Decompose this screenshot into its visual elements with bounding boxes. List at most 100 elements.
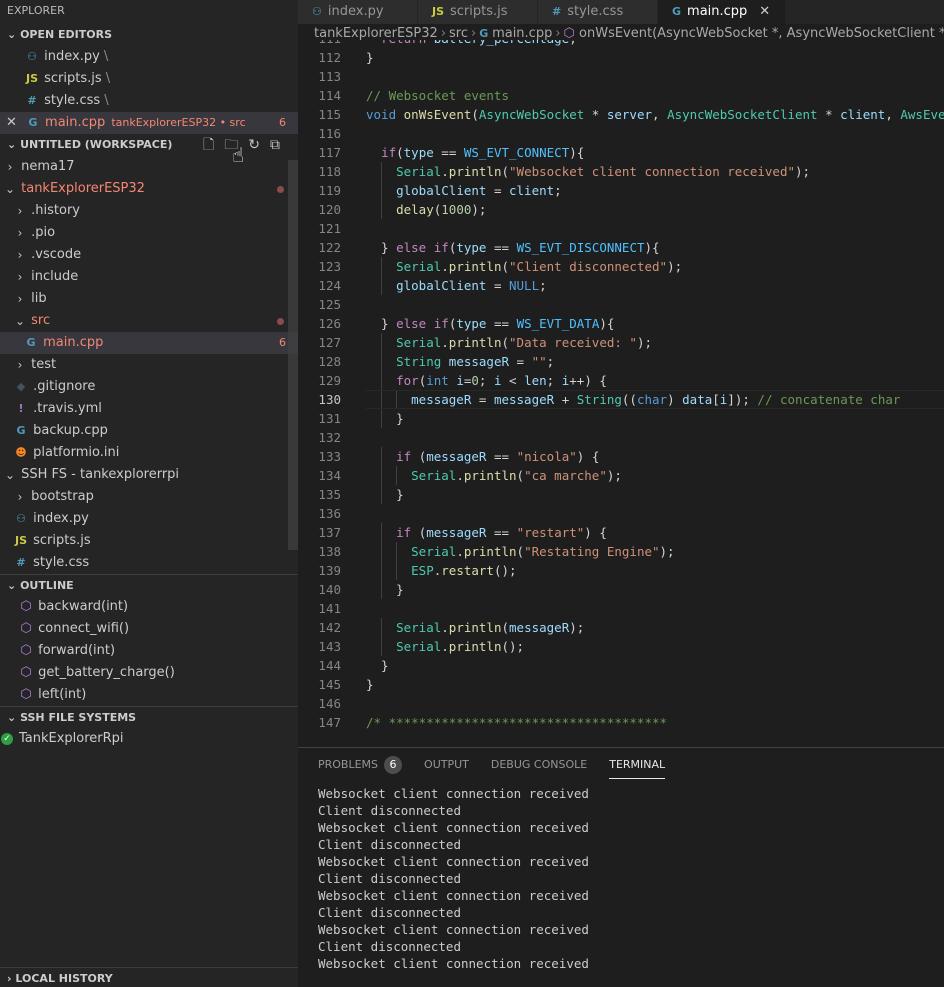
code-line[interactable]: 145}: [298, 675, 944, 694]
terminal-output[interactable]: Websocket client connection received Clie…: [298, 782, 944, 972]
line-number: 138: [318, 544, 341, 559]
panel-tab-output[interactable]: OUTPUT: [424, 748, 469, 782]
tree-item[interactable]: ◆ .gitignore: [0, 376, 298, 398]
code-line[interactable]: 124 globalClient = NULL;: [298, 276, 944, 295]
code-line[interactable]: 143 Serial.println();: [298, 637, 944, 656]
code-line[interactable]: 147 /* **********************************…: [298, 713, 944, 732]
outline-item[interactable]: ⬡ left(int): [0, 684, 298, 706]
tree-item-label: index.py: [29, 511, 89, 526]
breadcrumb-item[interactable]: main.cpp: [492, 26, 552, 41]
tree-item[interactable]: › test: [0, 354, 298, 376]
code-line[interactable]: 137 if (messageR == "restart") {: [298, 523, 944, 542]
code-line[interactable]: 111 return battery_percentage;: [298, 40, 944, 48]
code-line[interactable]: 144 }: [298, 656, 944, 675]
code-line[interactable]: 125: [298, 295, 944, 314]
outline-item[interactable]: ⬡ backward(int): [0, 596, 298, 618]
tree-item[interactable]: ⌄ src: [0, 310, 298, 332]
line-number: 139: [318, 563, 341, 578]
local-history-header[interactable]: › LOCAL HISTORY: [0, 967, 298, 987]
code-line[interactable]: 136: [298, 504, 944, 523]
code-text: }: [366, 411, 404, 426]
code-line[interactable]: 133 if (messageR == "nicola") {: [298, 447, 944, 466]
code-line[interactable]: 120 delay(1000);: [298, 200, 944, 219]
code-line[interactable]: 115 void onWsEvent(AsyncWebSocket * serve…: [298, 105, 944, 124]
tree-item[interactable]: › include: [0, 266, 298, 288]
collapse-all-icon[interactable]: ⧉: [270, 137, 290, 153]
outline-item[interactable]: ⬡ forward(int): [0, 640, 298, 662]
breadcrumb-item[interactable]: src: [449, 26, 468, 41]
tab-index-py[interactable]: ⚇ index.py: [298, 0, 418, 24]
code-line[interactable]: 131 }: [298, 409, 944, 428]
outline-header[interactable]: ⌄ OUTLINE: [0, 574, 298, 596]
code-line[interactable]: 140 }: [298, 580, 944, 599]
code-line[interactable]: 121: [298, 219, 944, 238]
tree-item[interactable]: ⌄ tankExplorerESP32: [0, 178, 298, 200]
close-icon[interactable]: ✕: [759, 4, 770, 19]
tree-item[interactable]: ☻ platformio.ini: [0, 442, 298, 464]
open-editor-item[interactable]: # style.css \: [0, 90, 298, 112]
code-line[interactable]: 129 for(int i=0; i < len; i++) {: [298, 371, 944, 390]
code-line[interactable]: 141: [298, 599, 944, 618]
tab-main-cpp[interactable]: Gmain.cpp ✕: [658, 0, 786, 24]
tree-item[interactable]: ⚇ index.py: [0, 508, 298, 530]
code-line[interactable]: 146: [298, 694, 944, 713]
breadcrumb-item[interactable]: tankExplorerESP32: [314, 26, 438, 41]
panel-tab-problems[interactable]: PROBLEMS 6: [318, 748, 403, 782]
code-line[interactable]: 112}: [298, 48, 944, 67]
panel-tab-terminal[interactable]: TERMINAL: [609, 748, 665, 782]
code-line[interactable]: 118 Serial.println("Websocket client con…: [298, 162, 944, 181]
tree-item[interactable]: G main.cpp 6: [0, 332, 298, 354]
tree-item[interactable]: › nema17: [0, 156, 298, 178]
code-line[interactable]: 135 }: [298, 485, 944, 504]
code-line[interactable]: 128 String messageR = "";: [298, 352, 944, 371]
ssh-header[interactable]: ⌄ SSH FILE SYSTEMS: [0, 706, 298, 728]
tree-item[interactable]: › .pio: [0, 222, 298, 244]
tree-item[interactable]: G backup.cpp: [0, 420, 298, 442]
outline-item[interactable]: ⬡ get_battery_charge(): [0, 662, 298, 684]
new-file-icon[interactable]: 🗋: [203, 137, 224, 153]
code-line[interactable]: 138 Serial.println("Restating Engine");: [298, 542, 944, 561]
open-editors-header[interactable]: ⌄ OPEN EDITORS: [0, 24, 298, 46]
open-editor-item[interactable]: ✕ G main.cpp tankExplorerESP32 • src 6: [0, 112, 298, 134]
outline-item[interactable]: ⬡ connect_wifi(): [0, 618, 298, 640]
code-line[interactable]: 142 Serial.println(messageR);: [298, 618, 944, 637]
code-line[interactable]: 116: [298, 124, 944, 143]
code-line[interactable]: 139 ESP.restart();: [298, 561, 944, 580]
code-line[interactable]: 126 } else if(type == WS_EVT_DATA){: [298, 314, 944, 333]
tree-item[interactable]: ⌄ SSH FS - tankexplorerrpi: [0, 464, 298, 486]
code-line[interactable]: 132: [298, 428, 944, 447]
sidebar-scrollbar[interactable]: [288, 160, 298, 550]
css-icon: #: [27, 94, 37, 107]
tree-item[interactable]: # style.css: [0, 552, 298, 574]
ssh-item[interactable]: ✓ TankExplorerRpi: [0, 728, 298, 750]
tree-item[interactable]: ! .travis.yml: [0, 398, 298, 420]
refresh-icon[interactable]: ↻: [248, 137, 270, 153]
code-line[interactable]: 123 Serial.println("Client disconnected"…: [298, 257, 944, 276]
code-line[interactable]: 130 messageR = messageR + String((char) …: [298, 390, 944, 409]
open-editor-item[interactable]: ⚇ index.py \: [0, 46, 298, 68]
tree-item-label: platformio.ini: [29, 445, 120, 460]
tree-item-label: tankExplorerESP32: [17, 181, 145, 196]
code-line[interactable]: 119 globalClient = client;: [298, 181, 944, 200]
breadcrumb-item[interactable]: onWsEvent(AsyncWebSocket *, AsyncWebSock…: [579, 26, 944, 41]
close-icon[interactable]: ✕: [6, 115, 17, 130]
code-line[interactable]: 114 // Websocket events: [298, 86, 944, 105]
code-line[interactable]: 117 if(type == WS_EVT_CONNECT){: [298, 143, 944, 162]
terminal-line: Client disconnected: [318, 939, 461, 954]
tree-item[interactable]: › .history: [0, 200, 298, 222]
tab-scripts-js[interactable]: JS scripts.js: [418, 0, 538, 24]
code-line[interactable]: 127 Serial.println("Data received: ");: [298, 333, 944, 352]
open-editor-item[interactable]: JS scripts.js \: [0, 68, 298, 90]
panel-tab-debug-console[interactable]: DEBUG CONSOLE: [491, 748, 587, 782]
tree-item[interactable]: JS scripts.js: [0, 530, 298, 552]
line-number: 115: [318, 107, 341, 122]
tree-item[interactable]: › .vscode: [0, 244, 298, 266]
code-editor[interactable]: 111 return battery_percentage;112}113114…: [298, 40, 944, 747]
workspace-header[interactable]: ⌄ UNTITLED (WORKSPACE) 🗋🗀↻⧉: [0, 134, 298, 156]
code-line[interactable]: 113: [298, 67, 944, 86]
tab-style-css[interactable]: # style.css: [538, 0, 658, 24]
tree-item[interactable]: › lib: [0, 288, 298, 310]
tree-item[interactable]: › bootstrap: [0, 486, 298, 508]
code-line[interactable]: 122 } else if(type == WS_EVT_DISCONNECT)…: [298, 238, 944, 257]
code-line[interactable]: 134 Serial.println("ca marche");: [298, 466, 944, 485]
